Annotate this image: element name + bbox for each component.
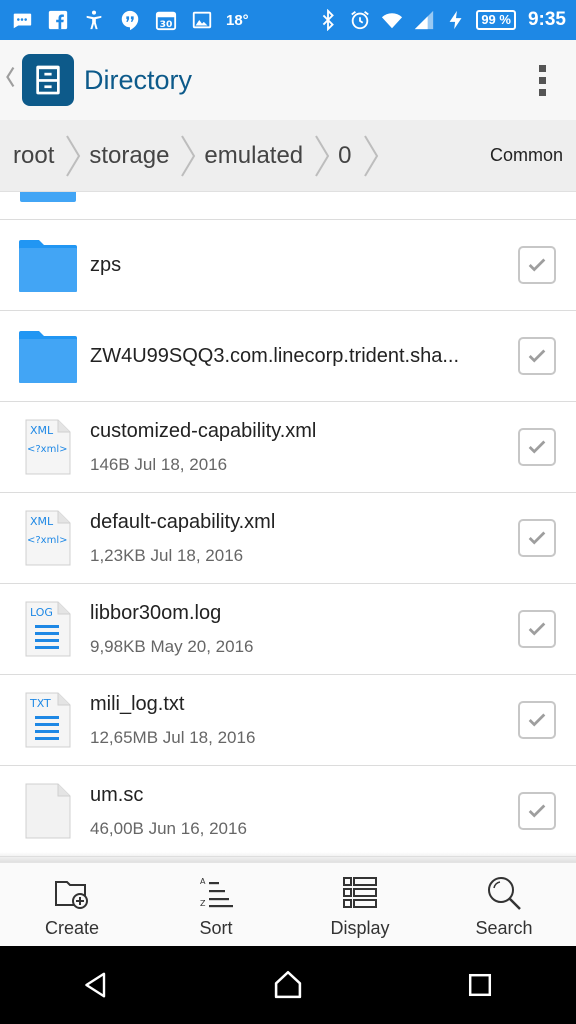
signal-icon (412, 8, 436, 32)
select-checkbox[interactable] (518, 337, 556, 375)
file-meta: 9,98KB May 20, 2016 (90, 636, 254, 656)
svg-text:30: 30 (160, 19, 173, 30)
overflow-menu-icon[interactable] (522, 50, 562, 110)
breadcrumb-separator-icon (181, 134, 196, 177)
file-name: um.sc (90, 783, 144, 806)
display-button[interactable]: Display (288, 863, 432, 946)
status-bar: 30 18° 99 % 9:35 (0, 0, 576, 40)
breadcrumb-item-0[interactable]: 0 (338, 120, 351, 191)
folder-icon (20, 192, 76, 202)
alarm-icon (348, 8, 372, 32)
list-item[interactable]: zps (0, 220, 576, 311)
clock: 9:35 (527, 9, 566, 30)
list-item[interactable]: ZW4U99SQQ3.com.linecorp.trident.sha... (0, 311, 576, 402)
list-item[interactable]: XML <?xml> customized-capability.xml 146… (0, 402, 576, 493)
breadcrumb-item-emulated[interactable]: emulated (204, 120, 303, 191)
nav-back-icon[interactable] (61, 955, 131, 1015)
app-bar: Directory (0, 40, 576, 120)
breadcrumb-separator-icon (66, 134, 81, 177)
check-icon (528, 258, 546, 272)
list-item[interactable]: XML <?xml> default-capability.xml 1,23KB… (0, 493, 576, 584)
bluetooth-icon (316, 8, 340, 32)
search-icon (488, 877, 521, 910)
accessibility-icon (82, 8, 106, 32)
select-checkbox[interactable] (518, 246, 556, 284)
calendar-icon: 30 (154, 8, 178, 32)
breadcrumb-item-storage[interactable]: storage (89, 120, 169, 191)
messages-icon (10, 8, 34, 32)
check-icon (528, 713, 546, 727)
check-icon (528, 440, 546, 454)
search-button[interactable]: Search (432, 863, 576, 946)
file-meta: 1,23KB Jul 18, 2016 (90, 545, 244, 565)
breadcrumb-item-root[interactable]: root (13, 120, 54, 191)
list-item-partial[interactable] (0, 192, 576, 220)
list-item[interactable]: um.sc 46,00B Jun 16, 2016 (0, 766, 576, 857)
system-nav-bar (0, 946, 576, 1024)
temperature: 18° (226, 11, 249, 29)
file-meta: 12,65MB Jul 18, 2016 (90, 727, 256, 747)
breadcrumb-separator-icon (315, 134, 330, 177)
file-list[interactable]: zps ZW4U99SQQ3.com.linecorp.trident.sha.… (0, 192, 576, 862)
display-list-icon (343, 877, 377, 908)
file-name: default-capability.xml (90, 510, 276, 533)
common-button[interactable]: Common (490, 145, 563, 166)
xml-file-icon: XML <?xml> (0, 402, 90, 493)
bottom-toolbar: Create A Z Sort Display Search (0, 862, 576, 946)
breadcrumb-separator-icon (363, 134, 378, 177)
list-item[interactable]: LOG libbor30om.log 9,98KB May 20, 2016 (0, 584, 576, 675)
check-icon (528, 531, 546, 545)
svg-text:A: A (200, 877, 206, 886)
battery-level: 99 % (476, 10, 516, 30)
folder-icon (0, 311, 90, 402)
folder-icon (0, 220, 90, 311)
chevron-left-icon[interactable] (4, 64, 18, 97)
check-icon (528, 804, 546, 818)
create-button[interactable]: Create (0, 863, 144, 946)
file-name: customized-capability.xml (90, 419, 317, 442)
file-name: zps (90, 253, 122, 276)
select-checkbox[interactable] (518, 792, 556, 830)
check-icon (528, 622, 546, 636)
hangouts-icon (118, 8, 142, 32)
create-folder-icon (55, 881, 88, 909)
txt-file-icon: TXT (0, 675, 90, 766)
select-checkbox[interactable] (518, 428, 556, 466)
generic-file-icon (0, 766, 90, 857)
gallery-icon (190, 8, 214, 32)
svg-text:Z: Z (200, 899, 206, 908)
file-meta: 146B Jul 18, 2016 (90, 454, 228, 474)
file-name: libbor30om.log (90, 601, 222, 624)
file-meta: 46,00B Jun 16, 2016 (90, 818, 247, 838)
breadcrumb: root storage emulated 0 Common (0, 120, 576, 192)
select-checkbox[interactable] (518, 519, 556, 557)
sort-icon: A Z (200, 877, 233, 908)
nav-home-icon[interactable] (253, 955, 323, 1015)
file-cabinet-icon[interactable] (22, 54, 74, 106)
file-name: mili_log.txt (90, 692, 185, 715)
list-item[interactable]: TXT mili_log.txt 12,65MB Jul 18, 2016 (0, 675, 576, 766)
check-icon (528, 349, 546, 363)
log-file-icon: LOG (0, 584, 90, 675)
facebook-icon (46, 8, 70, 32)
file-name: ZW4U99SQQ3.com.linecorp.trident.sha... (90, 344, 460, 367)
list-bottom-shadow (0, 852, 576, 862)
wifi-icon (380, 8, 404, 32)
select-checkbox[interactable] (518, 701, 556, 739)
sort-button[interactable]: A Z Sort (144, 863, 288, 946)
charging-icon (444, 8, 468, 32)
xml-file-icon: XML <?xml> (0, 493, 90, 584)
nav-recents-icon[interactable] (445, 955, 515, 1015)
select-checkbox[interactable] (518, 610, 556, 648)
app-title: Directory (84, 64, 193, 95)
